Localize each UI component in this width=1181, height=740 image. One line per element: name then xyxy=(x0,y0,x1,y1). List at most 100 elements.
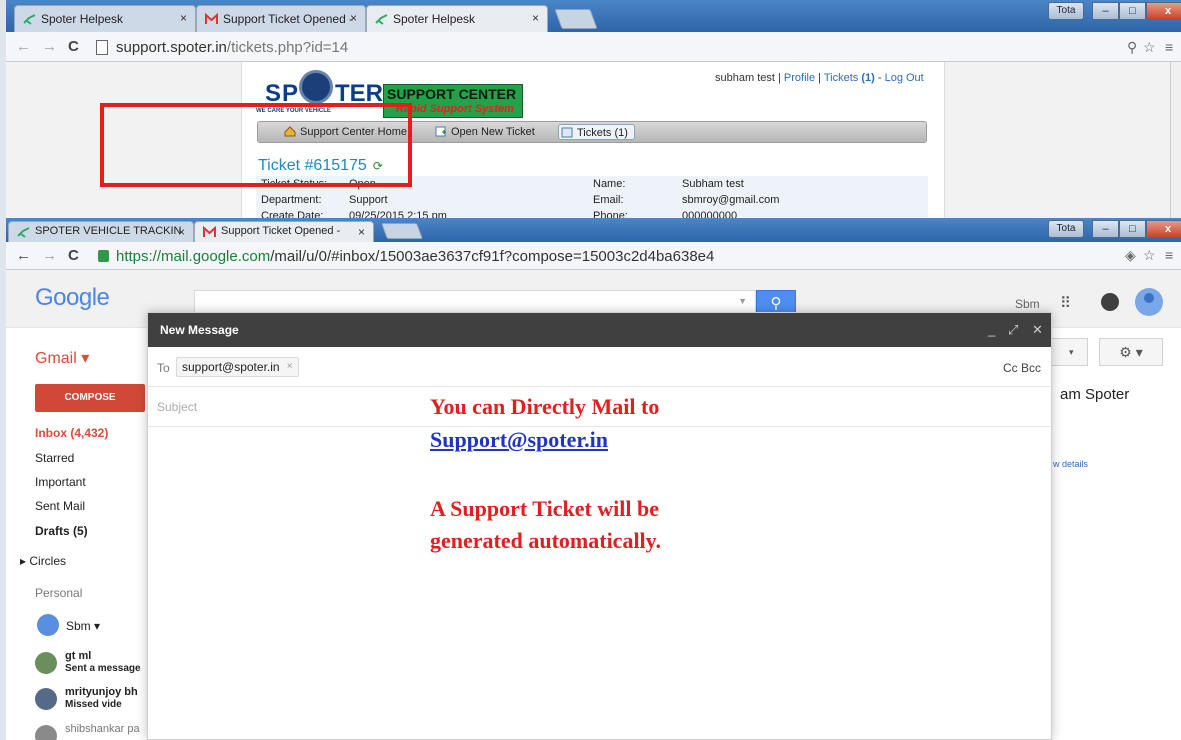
address-bar-row: ← → C https://mail.google.com/mail/u/0/#… xyxy=(0,242,1181,270)
message-body[interactable] xyxy=(148,427,1051,740)
menu-icon[interactable]: ≡ xyxy=(1165,39,1173,55)
close-tab-icon[interactable]: × xyxy=(180,11,187,25)
gmail-menu[interactable]: Gmail ▾ xyxy=(35,348,89,368)
contact-avatar xyxy=(35,652,57,674)
more-dropdown[interactable]: ▾ xyxy=(1048,338,1088,366)
url-path: /tickets.php?id=14 xyxy=(226,39,349,56)
profile-badge[interactable]: Tota xyxy=(1048,220,1084,238)
url-path: /mail/u/0/#inbox/15003ae3637cf91f?compos… xyxy=(270,248,715,265)
tickets-link[interactable]: Tickets (1) xyxy=(824,72,875,84)
contact-status: Sent a message xyxy=(65,663,141,674)
contact-status: Missed vide xyxy=(65,699,122,710)
maximize-button[interactable]: □ xyxy=(1119,220,1146,238)
satellite-icon xyxy=(375,14,388,25)
close-tab-icon[interactable]: × xyxy=(178,225,185,239)
expand-icon[interactable]: ⤢ xyxy=(1008,322,1018,338)
profile-badge[interactable]: Tota xyxy=(1048,2,1084,20)
nav-circles[interactable]: ▸ Circles xyxy=(20,554,66,568)
minimize-icon[interactable]: _ xyxy=(988,322,995,337)
notifications-icon[interactable] xyxy=(1101,293,1119,311)
compose-header: New Message _ ⤢ ✕ xyxy=(148,313,1051,347)
tab-spoter-helpdesk-1[interactable]: Spoter Helpesk × xyxy=(14,5,196,32)
bookmark-star-icon[interactable]: ☆ xyxy=(1143,247,1156,264)
compose-window: New Message _ ⤢ ✕ To support@spoter.in ×… xyxy=(147,312,1052,740)
forward-arrow-icon[interactable]: → xyxy=(42,38,57,55)
gmail-browser-window: SPOTER VEHICLE TRACKIN × Support Ticket … xyxy=(0,218,1181,740)
zoom-icon[interactable]: ⚲ xyxy=(1127,39,1137,56)
close-tab-icon[interactable]: × xyxy=(532,11,539,25)
url-field[interactable]: https://mail.google.com/mail/u/0/#inbox/… xyxy=(96,246,1151,267)
compose-title: New Message xyxy=(160,323,239,337)
hangout-contact[interactable]: mrityunjoy bh Missed vide xyxy=(35,686,155,716)
cc-bcc-link[interactable]: Cc Bcc xyxy=(1003,361,1041,375)
to-field[interactable]: To support@spoter.in × Cc Bcc xyxy=(148,347,1051,387)
url-field[interactable]: support.spoter.in/tickets.php?id=14 xyxy=(96,37,1151,58)
profile-link[interactable]: Profile xyxy=(784,72,815,84)
menu-icon[interactable]: ≡ xyxy=(1165,247,1173,263)
nav-drafts[interactable]: Drafts (5) xyxy=(35,524,88,538)
tab-support-ticket-gmail[interactable]: Support Ticket Opened - × xyxy=(196,5,366,32)
desktop-edge xyxy=(0,0,6,740)
minimize-button[interactable]: – xyxy=(1092,220,1119,238)
view-details-link[interactable]: w details xyxy=(1053,459,1088,469)
user-links: subham test | Profile | Tickets (1) - Lo… xyxy=(715,72,924,84)
compose-button[interactable]: COMPOSE xyxy=(35,384,145,412)
tab-spoter-helpdesk-active[interactable]: Spoter Helpesk × xyxy=(366,5,548,32)
reload-icon[interactable]: C xyxy=(68,38,79,55)
url-host: https://mail.google.com xyxy=(116,248,271,265)
hangout-contact[interactable]: shibshankar pa xyxy=(35,723,155,740)
nav-personal[interactable]: Personal xyxy=(35,586,82,600)
hangouts-user[interactable]: Sbm ▾ xyxy=(66,619,100,633)
settings-button[interactable]: ⚙ ▾ xyxy=(1099,338,1163,366)
extension-icon[interactable]: ◈ xyxy=(1125,247,1136,264)
nav-sent-mail[interactable]: Sent Mail xyxy=(35,499,85,513)
back-arrow-icon[interactable]: ← xyxy=(16,247,31,264)
user-short-name[interactable]: Sbm xyxy=(1015,297,1040,311)
nav-tickets[interactable]: Tickets (1) xyxy=(558,124,635,140)
bookmark-star-icon[interactable]: ☆ xyxy=(1143,39,1156,56)
logout-link[interactable]: Log Out xyxy=(885,72,924,84)
reload-icon[interactable]: C xyxy=(68,247,79,264)
user-name: subham test xyxy=(715,72,775,84)
sep: | xyxy=(774,72,784,84)
close-icon[interactable]: ✕ xyxy=(1032,322,1043,338)
window-controls: Tota – □ x xyxy=(1048,220,1181,238)
highlight-box xyxy=(100,103,412,187)
google-logo[interactable]: Google xyxy=(35,284,110,312)
maximize-button[interactable]: □ xyxy=(1119,2,1146,20)
hangouts-avatar[interactable] xyxy=(37,614,59,636)
nav-open-new-ticket[interactable]: Open New Ticket xyxy=(433,124,535,140)
avatar[interactable] xyxy=(1135,288,1163,316)
back-arrow-icon[interactable]: ← xyxy=(16,38,31,55)
nav-starred[interactable]: Starred xyxy=(35,451,74,465)
tab-spoter-vehicle-tracking[interactable]: SPOTER VEHICLE TRACKIN × xyxy=(8,221,194,242)
remove-recipient-icon[interactable]: × xyxy=(287,358,293,376)
page-scrollbar[interactable] xyxy=(1170,62,1181,218)
email-label: Email: xyxy=(593,194,624,206)
close-window-button[interactable]: x xyxy=(1146,2,1181,20)
tab-label: SPOTER VEHICLE TRACKIN xyxy=(35,225,182,237)
recipient-chip[interactable]: support@spoter.in × xyxy=(176,357,299,377)
hangout-contact[interactable]: gt ml Sent a message xyxy=(35,650,155,680)
nav-important[interactable]: Important xyxy=(35,475,86,489)
tab-support-ticket-gmail-active[interactable]: Support Ticket Opened - × xyxy=(194,221,374,242)
annotation-line-1: You can Directly Mail to xyxy=(430,394,660,419)
nav-label: Open New Ticket xyxy=(451,126,535,138)
apps-grid-icon[interactable]: ⠿ xyxy=(1060,294,1071,312)
close-tab-icon[interactable]: × xyxy=(358,225,365,239)
tab-label: Support Ticket Opened - xyxy=(223,12,354,26)
forward-arrow-icon[interactable]: → xyxy=(42,247,57,264)
tab-strip: SPOTER VEHICLE TRACKIN × Support Ticket … xyxy=(0,218,1181,242)
close-window-button[interactable]: x xyxy=(1146,220,1181,238)
new-tab-button[interactable] xyxy=(381,223,423,239)
close-tab-icon[interactable]: × xyxy=(350,11,357,25)
logo-gear-icon xyxy=(299,70,333,104)
new-tab-button[interactable] xyxy=(554,9,598,29)
annotation-email-link: Support@spoter.in xyxy=(430,427,608,452)
sep: - xyxy=(874,72,885,84)
search-options-icon[interactable]: ▼ xyxy=(738,296,747,306)
tab-label: Spoter Helpesk xyxy=(393,12,476,26)
phone-label: Phone: xyxy=(593,210,628,218)
minimize-button[interactable]: – xyxy=(1092,2,1119,20)
nav-inbox[interactable]: Inbox (4,432) xyxy=(35,426,108,440)
